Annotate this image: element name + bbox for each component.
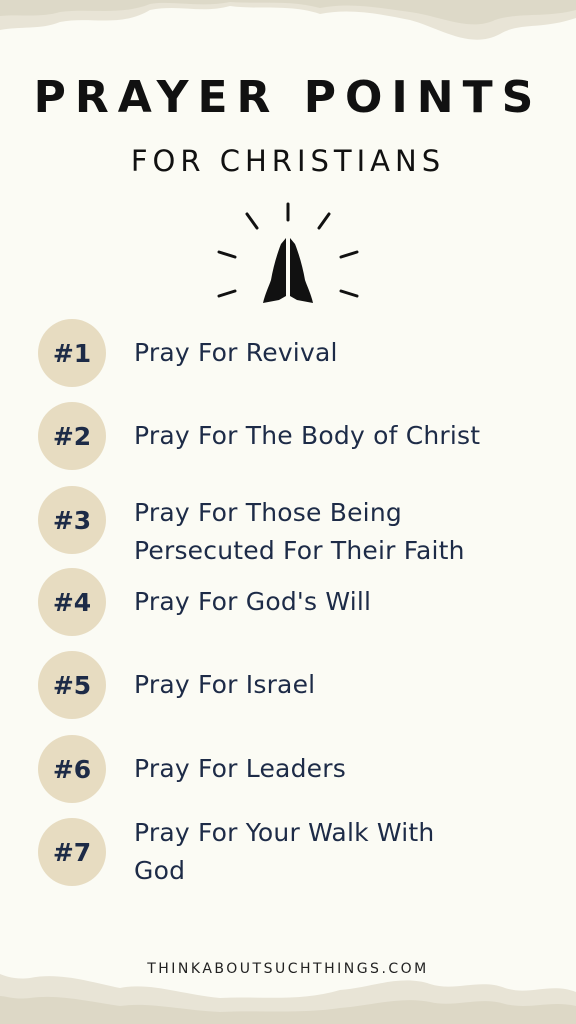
footer-website: THINKABOUTSUCHTHINGS.COM <box>147 961 429 977</box>
item-text-line: God <box>134 856 186 885</box>
paper-edge-top <box>0 0 576 40</box>
praying-hands-icon <box>217 202 359 303</box>
number-badge: #1 <box>38 319 106 387</box>
page-title: PRAYER POINTS <box>33 72 543 123</box>
item-text: Pray For Those Being Persecuted For Thei… <box>134 494 544 570</box>
item-text: Pray For God's Will <box>134 587 372 616</box>
number-badge: #6 <box>38 735 106 803</box>
number-badge: #4 <box>38 568 106 636</box>
item-text: Pray For The Body of Christ <box>134 421 481 450</box>
page-subtitle: FOR CHRISTIANS <box>130 144 446 178</box>
number-badge: #2 <box>38 402 106 470</box>
item-text-line: Pray For Those Being <box>134 498 402 527</box>
item-text: Pray For Leaders <box>134 754 346 783</box>
number-badge: #5 <box>38 651 106 719</box>
number-badge: #7 <box>38 818 106 886</box>
item-text-line: Persecuted For Their Faith <box>134 536 465 565</box>
item-text-line: Pray For Your Walk With <box>134 818 435 847</box>
number-badge: #3 <box>38 486 106 554</box>
item-text: Pray For Revival <box>134 338 338 367</box>
item-text: Pray For Your Walk With God <box>134 814 544 890</box>
item-text: Pray For Israel <box>134 670 316 699</box>
